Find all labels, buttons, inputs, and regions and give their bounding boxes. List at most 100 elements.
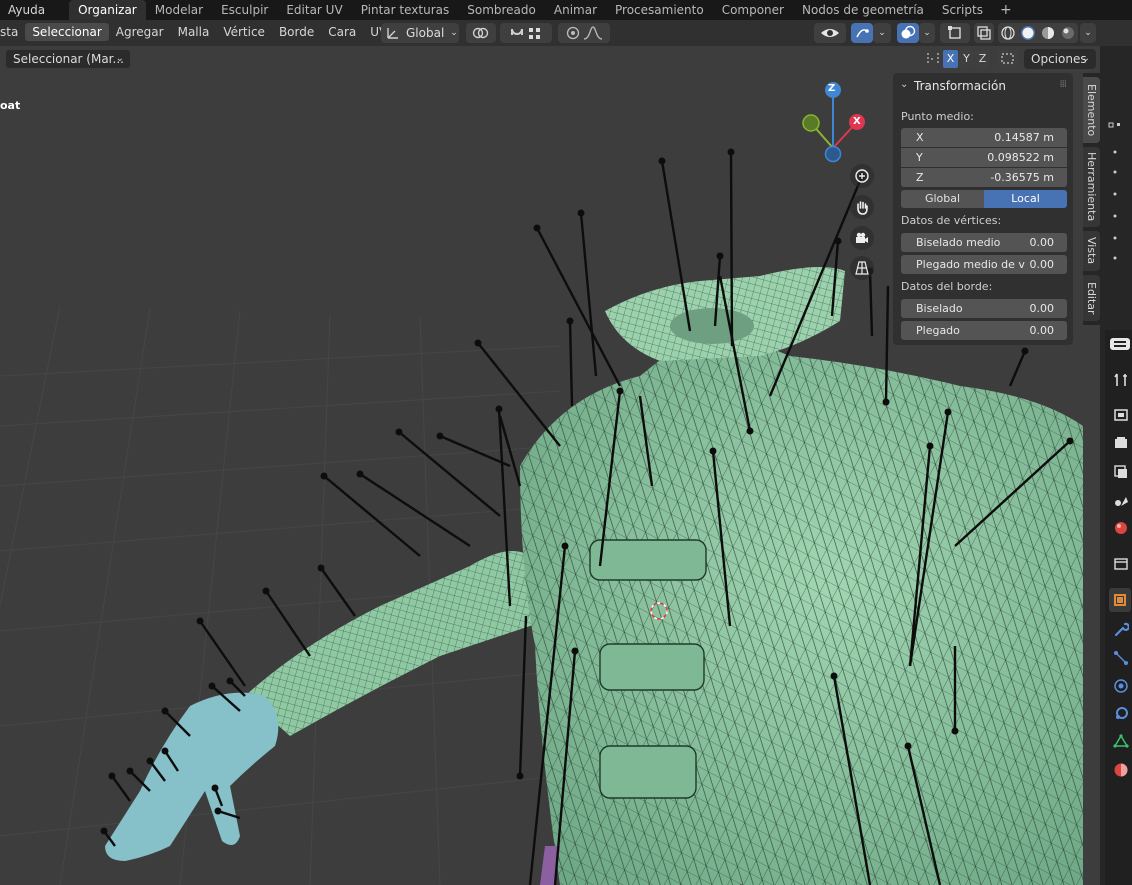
view-layer-icon[interactable] bbox=[1113, 464, 1129, 480]
grid-perspective-icon bbox=[855, 261, 869, 275]
zoom-button[interactable] bbox=[850, 164, 874, 188]
workspace-tab-animation[interactable]: Animar bbox=[545, 0, 606, 20]
data-mesh-icon[interactable] bbox=[1113, 734, 1129, 750]
pan-button[interactable] bbox=[850, 195, 874, 219]
tab-view[interactable]: Vista bbox=[1083, 231, 1100, 271]
toolbar-dots-icon[interactable] bbox=[1108, 122, 1124, 134]
field-value: 0.00 bbox=[1029, 324, 1055, 337]
field-value: 0.00 bbox=[1029, 236, 1055, 249]
menu-edge[interactable]: Borde bbox=[272, 23, 321, 41]
world-properties-icon[interactable] bbox=[1113, 520, 1129, 536]
render-properties-icon[interactable] bbox=[1113, 407, 1129, 423]
overlays-icon bbox=[901, 25, 916, 39]
workspace-tab-scripting[interactable]: Scripts bbox=[933, 0, 992, 20]
constraints-icon[interactable] bbox=[1113, 706, 1129, 722]
workspace-tab-compositing[interactable]: Componer bbox=[713, 0, 793, 20]
field-value: 0.098522 m bbox=[987, 151, 1054, 164]
add-workspace-button[interactable]: + bbox=[992, 2, 1020, 18]
edge-bevel-weight-field[interactable]: Biselado 0.00 bbox=[901, 299, 1067, 318]
physics-icon[interactable] bbox=[1113, 678, 1129, 694]
editor-type-icon[interactable] bbox=[1109, 336, 1131, 352]
particles-icon[interactable] bbox=[1113, 650, 1129, 666]
shading-mode-selector[interactable] bbox=[998, 23, 1078, 43]
orientation-icon bbox=[387, 28, 398, 39]
field-label: Plegado bbox=[916, 324, 960, 337]
panel-title[interactable]: Transformación bbox=[914, 79, 1006, 93]
object-name-overlay: oat bbox=[0, 99, 21, 112]
gizmo-dropdown[interactable]: ⌄ bbox=[873, 23, 891, 43]
collection-properties-icon[interactable] bbox=[1113, 556, 1129, 572]
tab-item[interactable]: Elemento bbox=[1083, 77, 1100, 143]
transform-orientation-dropdown[interactable]: Global ⌄ bbox=[381, 23, 459, 43]
workspace-tab-geometry-nodes[interactable]: Nodos de geometría bbox=[793, 0, 933, 20]
hand-mesh bbox=[105, 692, 279, 861]
menu-select[interactable]: Seleccionar bbox=[25, 23, 109, 41]
mean-vertex-crease-field[interactable]: Plegado medio de v 0.00 bbox=[901, 255, 1067, 274]
median-vector: X 0.14587 m Y 0.098522 m Z -0.36575 m bbox=[901, 128, 1067, 188]
mean-bevel-weight-field[interactable]: Biselado medio 0.00 bbox=[901, 233, 1067, 252]
mesh-edit-overlays-dropdown[interactable] bbox=[940, 23, 970, 43]
menu-help[interactable]: Ayuda bbox=[0, 0, 53, 20]
median-x-field[interactable]: X 0.14587 m bbox=[901, 128, 1067, 147]
overlays-toggle-button[interactable] bbox=[897, 23, 919, 43]
menu-mesh[interactable]: Malla bbox=[171, 23, 217, 41]
chevron-down-icon[interactable]: ⌄ bbox=[900, 79, 908, 90]
solid-shading-icon bbox=[1021, 26, 1035, 40]
median-z-field[interactable]: Z -0.36575 m bbox=[901, 168, 1067, 187]
jacket-wireframe bbox=[520, 336, 1083, 885]
menu-face[interactable]: Cara bbox=[321, 23, 363, 41]
perspective-toggle-button[interactable] bbox=[850, 256, 874, 280]
space-local-button[interactable]: Local bbox=[984, 190, 1067, 208]
edge-crease-field[interactable]: Plegado 0.00 bbox=[901, 321, 1067, 340]
tab-tool[interactable]: Herramienta bbox=[1083, 147, 1100, 227]
shading-dropdown[interactable]: ⌄ bbox=[1080, 23, 1096, 43]
mirror-y-toggle[interactable]: Y bbox=[959, 50, 974, 68]
axis-label: Y bbox=[916, 151, 923, 164]
field-value: -0.36575 m bbox=[990, 171, 1054, 184]
wireframe-shading-icon bbox=[1001, 26, 1015, 40]
output-properties-icon[interactable] bbox=[1113, 435, 1129, 451]
space-global-button[interactable]: Global bbox=[901, 190, 984, 208]
orientation-label: Global bbox=[406, 26, 445, 40]
workspace-tab-texture-paint[interactable]: Pintar texturas bbox=[352, 0, 459, 20]
mirror-x-toggle[interactable]: X bbox=[943, 50, 958, 68]
options-dropdown[interactable]: Opciones ⌄ bbox=[1024, 49, 1096, 69]
material-icon[interactable] bbox=[1113, 762, 1129, 778]
menu-add[interactable]: Agregar bbox=[109, 23, 171, 41]
tab-edit[interactable]: Editar bbox=[1083, 275, 1100, 321]
chevron-down-icon: ⌄ bbox=[450, 28, 458, 38]
menu-vertex[interactable]: Vértice bbox=[216, 23, 272, 41]
scene-properties-icon[interactable] bbox=[1113, 492, 1129, 508]
chevron-down-icon: ⌄ bbox=[878, 28, 886, 38]
median-y-field[interactable]: Y 0.098522 m bbox=[901, 148, 1067, 167]
auto-merge-button[interactable] bbox=[998, 50, 1018, 68]
field-value: 0.00 bbox=[1029, 302, 1055, 315]
workspace-tab-uv-editing[interactable]: Editar UV bbox=[277, 0, 351, 20]
proportional-editing-icon bbox=[566, 26, 580, 40]
object-visibility-dropdown[interactable] bbox=[814, 23, 846, 43]
modifier-wrench-icon[interactable] bbox=[1113, 622, 1129, 638]
overlays-dropdown[interactable]: ⌄ bbox=[919, 23, 935, 43]
proportional-editing-controls[interactable] bbox=[558, 23, 610, 43]
workspace-tab-modeling[interactable]: Modelar bbox=[146, 0, 212, 20]
gizmo-toggle-button[interactable] bbox=[851, 23, 873, 43]
tool-settings-icon[interactable] bbox=[1113, 372, 1129, 388]
pivot-point-dropdown[interactable] bbox=[466, 23, 496, 43]
snap-controls[interactable] bbox=[500, 23, 552, 43]
axis-label: X bbox=[916, 131, 924, 144]
tab-label: Editar bbox=[1085, 281, 1098, 315]
drag-handle-icon[interactable]: ⁞⁞⁞ bbox=[1059, 79, 1066, 90]
menu-view[interactable]: sta bbox=[0, 23, 25, 41]
mirror-z-toggle[interactable]: Z bbox=[975, 50, 990, 68]
object-properties-tab[interactable] bbox=[1109, 588, 1131, 612]
workspace-tab-sculpting[interactable]: Esculpir bbox=[212, 0, 277, 20]
select-mode-dropdown[interactable]: Seleccionar (Mar... ⌄ bbox=[5, 49, 131, 69]
chevron-down-icon: ⌄ bbox=[115, 53, 124, 64]
zoom-icon bbox=[855, 169, 869, 183]
camera-view-button[interactable] bbox=[850, 226, 874, 250]
field-value: 0.14587 m bbox=[994, 131, 1054, 144]
xray-toggle-button[interactable] bbox=[974, 23, 994, 43]
workspace-tab-layout[interactable]: Organizar bbox=[69, 0, 146, 20]
workspace-tab-rendering[interactable]: Procesamiento bbox=[606, 0, 713, 20]
workspace-tab-shading[interactable]: Sombreado bbox=[458, 0, 545, 20]
